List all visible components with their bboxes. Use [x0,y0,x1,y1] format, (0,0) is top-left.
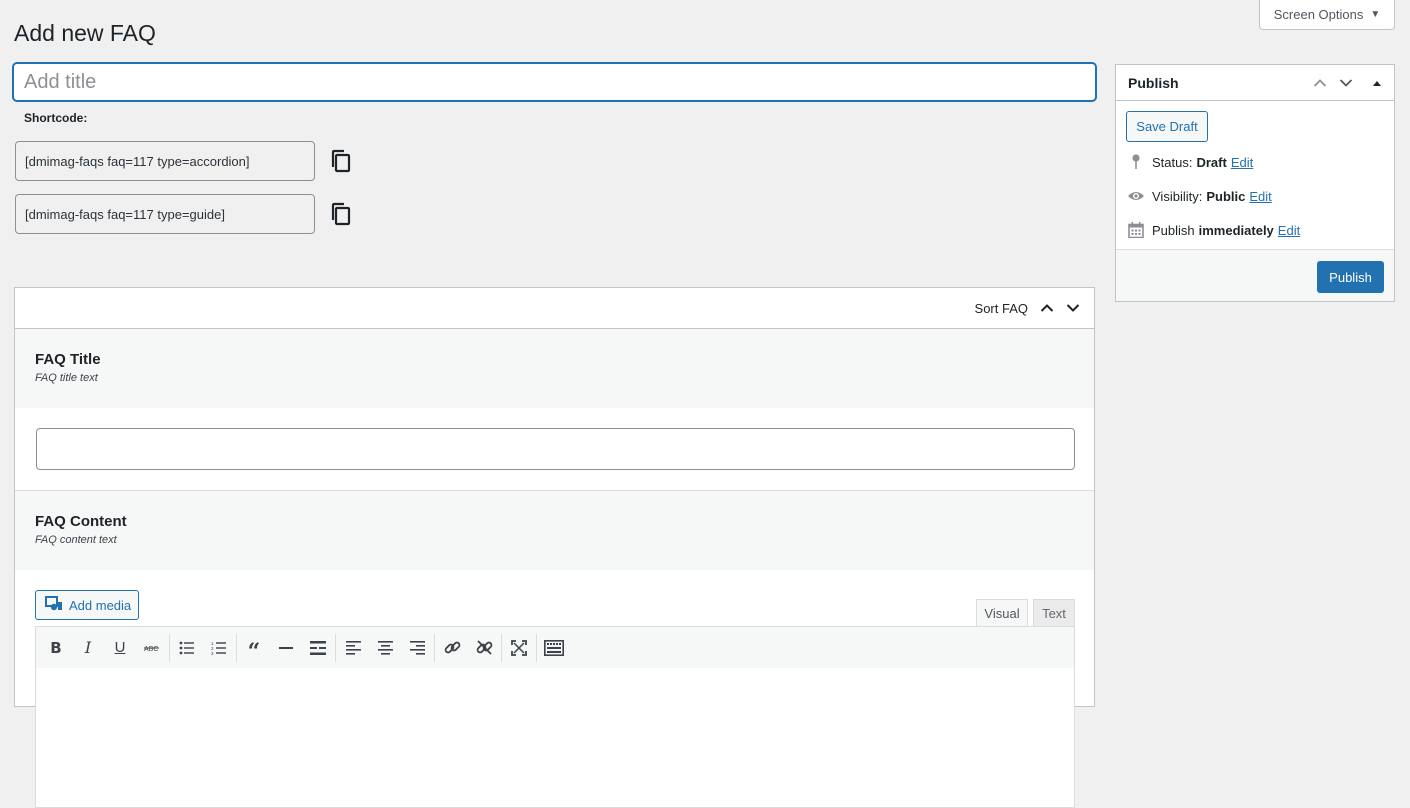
publish-header: Publish [1116,65,1394,101]
visibility-label: Visibility: [1152,188,1203,204]
align-right-icon[interactable] [401,633,433,663]
strikethrough-icon[interactable]: ABC [136,633,168,663]
faq-title-heading: FAQ Title [35,351,101,368]
screen-options-label: Screen Options [1273,7,1364,22]
collapse-triangle-icon[interactable] [1364,70,1390,96]
blockquote-icon[interactable]: “ [238,633,270,663]
publish-value: immediately [1198,222,1274,238]
faq-content-heading: FAQ Content [35,513,127,530]
horizontal-rule-icon[interactable] [270,633,302,663]
visibility-value: Public [1206,188,1246,204]
faq-title-section: FAQ Title FAQ title text [15,329,1094,408]
visibility-row: Visibility: Public Edit [1126,187,1272,205]
chevron-up-icon[interactable] [1307,70,1333,96]
add-media-button[interactable]: Add media [35,590,139,620]
toolbar-separator [169,633,170,662]
publish-metabox: Publish Save Draft Status: Draft Edit Vi… [1115,64,1395,302]
publish-label: Publish [1152,222,1195,238]
toolbar-separator [434,633,435,662]
faq-title-input-wrap [15,408,1094,491]
triangle-down-icon: ▼ [1370,9,1381,20]
publish-button[interactable]: Publish [1317,261,1384,293]
add-media-icon [45,595,63,615]
bold-icon[interactable]: B [40,633,72,663]
underline-icon[interactable]: U [104,633,136,663]
publish-title: Publish [1128,74,1179,91]
title-input[interactable] [13,63,1096,101]
link-icon[interactable] [436,633,468,663]
faq-content-editor: Add media Visual Text B I U ABC 123 “ [15,570,1094,808]
status-value: Draft [1196,154,1227,170]
faq-metabox: Sort FAQ FAQ Title FAQ title text FAQ Co… [14,287,1095,808]
align-left-icon[interactable] [337,633,369,663]
faq-title-input[interactable] [36,428,1075,470]
svg-text:ABC: ABC [144,646,158,653]
publish-schedule-row: Publish immediately Edit [1126,221,1300,239]
status-label: Status: [1152,154,1193,170]
calendar-icon [1126,221,1146,239]
shortcode-label: Shortcode: [24,111,88,125]
toolbar-separator [236,633,237,662]
pin-icon [1126,153,1146,171]
toolbar-separator [536,633,537,662]
read-more-icon[interactable] [302,633,334,663]
svg-text:3: 3 [211,651,214,655]
align-center-icon[interactable] [369,633,401,663]
status-row: Status: Draft Edit [1126,153,1253,171]
shortcode-accordion-field[interactable]: [dmimag-faqs faq=117 type=accordion] [15,141,315,181]
copy-icon[interactable] [330,202,352,226]
save-draft-button[interactable]: Save Draft [1126,111,1208,142]
chevron-down-icon[interactable] [1333,70,1359,96]
toolbar-separator [335,633,336,662]
copy-icon[interactable] [330,149,352,173]
faq-content-section: FAQ Content FAQ content text [15,491,1094,570]
numbered-list-icon[interactable]: 123 [203,633,235,663]
edit-visibility-link[interactable]: Edit [1249,189,1271,204]
screen-options-button[interactable]: Screen Options ▼ [1259,0,1395,30]
shortcode-guide-field[interactable]: [dmimag-faqs faq=117 type=guide] [15,194,315,234]
unlink-icon[interactable] [468,633,500,663]
fullscreen-icon[interactable] [503,633,535,663]
tab-visual[interactable]: Visual [976,599,1028,627]
edit-publish-date-link[interactable]: Edit [1278,223,1300,238]
italic-icon[interactable]: I [72,633,104,663]
tab-text[interactable]: Text [1033,599,1075,627]
edit-status-link[interactable]: Edit [1231,155,1253,170]
chevron-down-icon[interactable] [1060,295,1086,321]
add-media-label: Add media [69,597,132,613]
faq-title-description: FAQ title text [35,372,98,384]
faq-content-description: FAQ content text [35,534,117,546]
sort-faq-label: Sort FAQ [974,300,1028,316]
editor-content-area[interactable] [35,668,1075,808]
faq-metabox-header: Sort FAQ [15,288,1094,329]
page-title: Add new FAQ [14,20,156,46]
toolbar-separator [501,633,502,662]
chevron-up-icon[interactable] [1034,295,1060,321]
editor-toolbar: B I U ABC 123 “ [35,626,1075,669]
bullet-list-icon[interactable] [171,633,203,663]
eye-icon [1126,187,1146,205]
toolbar-toggle-icon[interactable] [538,633,570,663]
publish-footer: Publish [1116,249,1394,301]
